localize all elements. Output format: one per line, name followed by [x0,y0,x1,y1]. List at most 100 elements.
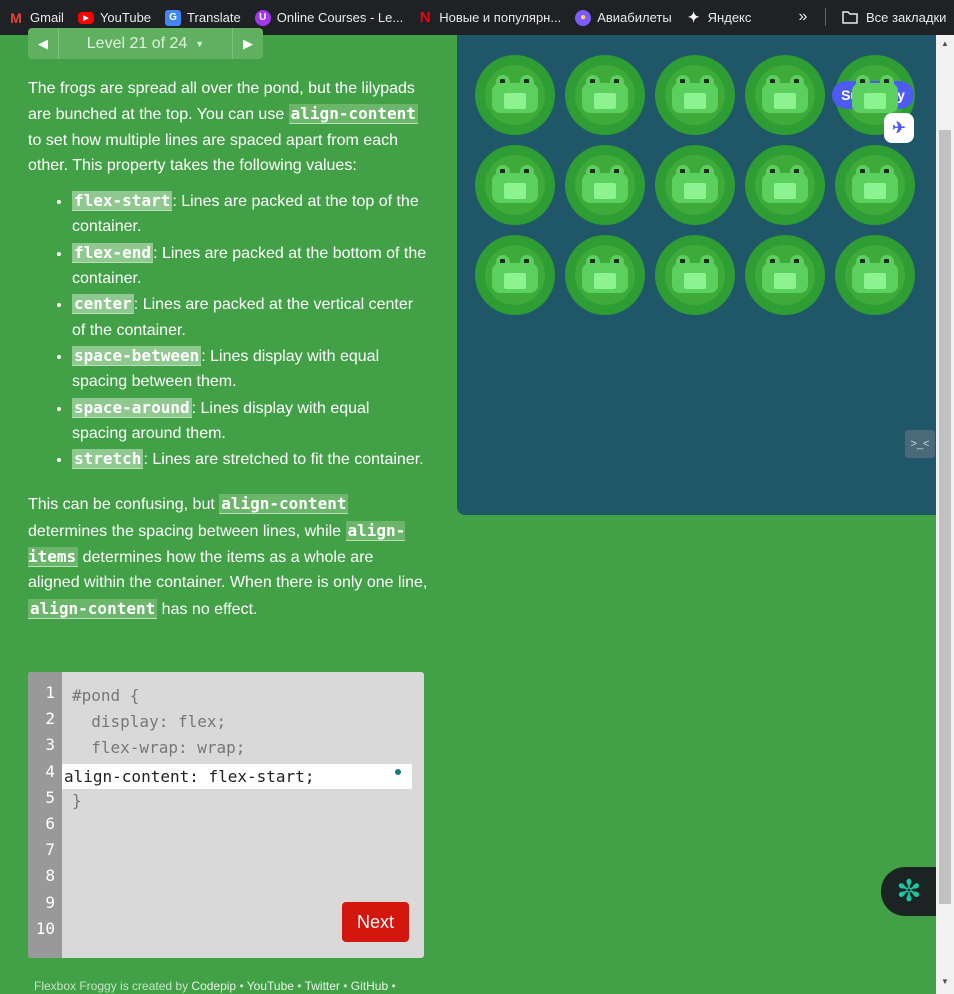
list-item: flex-end: Lines are packed at the bottom… [72,240,428,292]
bookmark-label: Яндекс [707,10,752,25]
code-term: stretch [72,449,144,470]
bookmark-netflix[interactable]: N Новые и популярн... [411,4,567,32]
frog-icon [492,255,538,293]
line-number: 5 [45,787,55,807]
bookmarks-divider [825,8,826,26]
intro-text: to set how multiple lines are spaced apa… [28,131,398,174]
list-item: flex-start: Lines are packed at the top … [72,188,428,240]
gmail-icon: M [10,9,22,26]
frog-on-lilypad [475,55,555,135]
frog-icon [492,75,538,113]
bookmark-udemy[interactable]: U Online Courses - Le... [249,4,409,32]
code-line: #pond { [72,686,140,705]
code-term: align-content [219,494,349,515]
frog-icon [762,165,808,203]
frog-on-lilypad [745,55,825,135]
bookmark-label: Translate [187,10,241,25]
frog-icon [582,255,628,293]
line-number: 1 [45,683,55,702]
line-number: 2 [45,709,55,729]
scroll-up-arrow-icon[interactable]: ▲ [936,39,954,51]
frog-on-lilypad [655,235,735,315]
bookmark-aviabilety[interactable]: ● Авиабилеты [569,4,677,32]
frog-on-lilypad [655,55,735,135]
frog-on-lilypad [565,55,645,135]
footer: Flexbox Froggy is created by Codepip • Y… [34,979,396,993]
footer-separator: • [388,979,396,993]
footer-link-twitter[interactable]: Twitter [305,979,340,993]
frog-icon [852,255,898,293]
footer-link-youtube[interactable]: YouTube [247,979,294,993]
code-term: center [72,294,134,315]
values-list: flex-start: Lines are packed at the top … [72,188,428,472]
footer-text: Flexbox Froggy is created by [34,979,192,993]
frog-icon [672,165,718,203]
globe-icon: ● [575,9,592,26]
input-status-dot [395,769,401,775]
code-term: flex-end [72,242,154,263]
code-line: display: flex; [72,712,227,732]
openai-knot-icon[interactable]: ✼ [881,867,937,916]
code-term: space-between [72,345,202,366]
line-number-gutter: 1 2 3 4 5 6 7 8 9 10 [28,672,62,958]
scrollbar-thumb[interactable] [939,130,951,904]
frog-on-lilypad [745,235,825,315]
outro-text: has no effect. [157,600,258,618]
previous-level-button[interactable]: ◀ [28,28,58,59]
list-item: space-around: Lines display with equal s… [72,395,428,447]
netflix-icon: N [419,9,431,26]
line-number: 9 [45,892,55,912]
frog-icon [852,75,898,113]
outro-text: This can be confusing, but [28,496,220,514]
youtube-icon: ▶ [77,11,94,24]
bookmarks-overflow-button[interactable]: » [792,4,814,30]
footer-link-github[interactable]: GitHub [351,979,388,993]
summary-extension-icon[interactable]: ✈ [884,113,914,143]
frog-icon [672,255,718,293]
level-select[interactable]: Level 21 of 24 ▼ [58,28,233,59]
bookmark-yandex[interactable]: ✦ Яндекс [680,4,758,32]
bookmark-label: Новые и популярн... [439,10,562,25]
code-term: flex-start [72,191,173,212]
frog-icon [582,165,628,203]
footer-separator: • [293,979,305,993]
level-label: Level 21 of 24 [86,34,188,52]
outro-text: determines how the items as a whole are … [28,549,428,592]
line-number: 8 [45,866,55,886]
footer-separator: • [339,979,351,993]
footer-separator: • [236,979,247,993]
pond [457,35,936,515]
bot-face-icon[interactable]: >_< [905,430,935,458]
list-item: center: Lines are packed at the vertical… [72,291,428,343]
translate-icon: G [165,9,182,26]
intro-paragraph: The frogs are spread all over the pond, … [28,76,428,178]
frog-icon [582,75,628,113]
list-item: stretch: Lines are stretched to fit the … [72,446,428,472]
line-number: 7 [45,840,55,860]
line-number: 4 [45,761,55,781]
bookmark-label: Авиабилеты [597,10,672,25]
frog-on-lilypad [835,235,915,315]
frog-on-lilypad [835,145,915,225]
frog-on-lilypad [475,145,555,225]
value-description: : Lines are stretched to fit the contain… [143,451,424,469]
bookmark-label: Gmail [30,10,64,25]
line-number: 10 [35,918,55,938]
footer-link-codepip[interactable]: Codepip [191,979,236,993]
frog-icon [762,75,808,113]
list-item: space-between: Lines display with equal … [72,343,428,395]
css-answer-input[interactable] [62,764,412,789]
code-lines: #pond { display: flex; flex-wrap: wrap; … [72,683,245,814]
all-bookmarks-button[interactable]: Все закладки [842,4,946,30]
outro-paragraph: This can be confusing, but align-content… [28,491,428,621]
next-button[interactable]: Next [342,902,409,942]
scroll-down-arrow-icon[interactable]: ▼ [936,977,954,989]
frog-icon [762,255,808,293]
caret-down-icon: ▼ [195,38,205,49]
frog-on-lilypad [655,145,735,225]
page-scrollbar[interactable]: ▲ ▼ [936,35,954,994]
folder-icon [842,11,858,24]
all-bookmarks-label: Все закладки [866,9,947,25]
frog-on-lilypad [565,145,645,225]
next-level-button[interactable]: ▶ [233,28,263,59]
